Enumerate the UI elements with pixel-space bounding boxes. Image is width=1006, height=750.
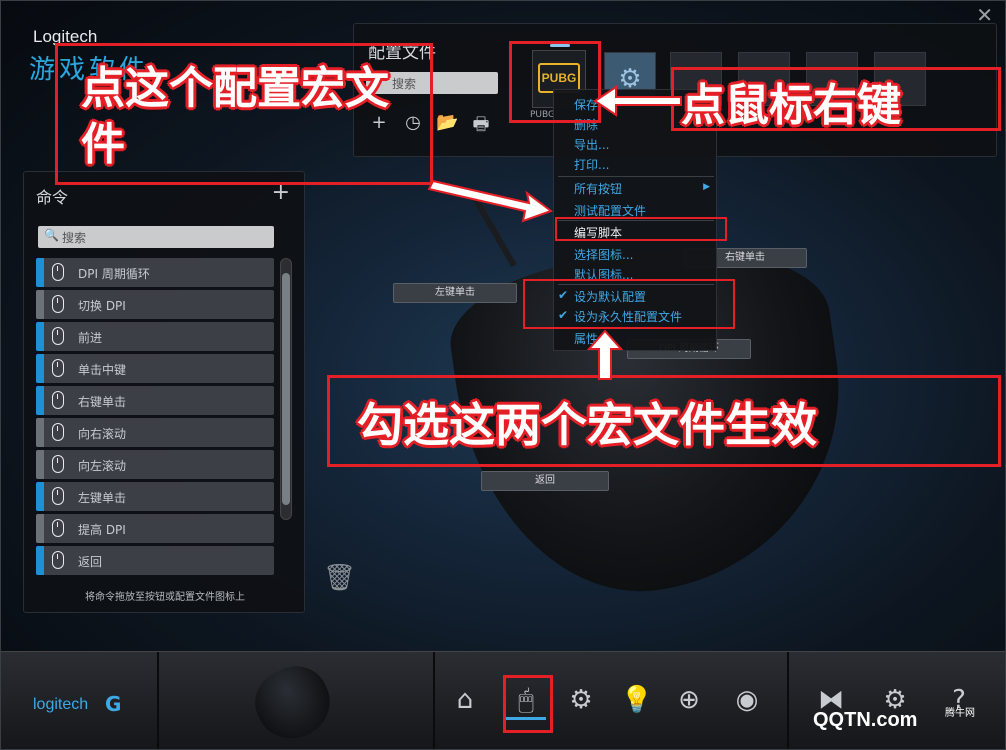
mouse-icon: [52, 519, 64, 537]
mouse-icon: [52, 327, 64, 345]
divider: [157, 652, 159, 749]
command-item[interactable]: 向左滚动: [36, 450, 274, 479]
command-item[interactable]: DPI 周期循环: [36, 258, 274, 287]
device-mouse-image[interactable]: [244, 655, 342, 749]
logitech-logo: logitech: [33, 696, 89, 713]
divider: [433, 652, 435, 749]
menu-item[interactable]: 属性: [574, 330, 598, 347]
annotation-box-pubg-slot: [509, 41, 601, 123]
command-list-scrollbar[interactable]: [280, 258, 292, 520]
lighting-icon[interactable]: 💡: [617, 680, 657, 720]
annotation-right-click: 点鼠标右键: [681, 80, 901, 131]
annotation-click-profile: 点这个配置宏文件: [81, 63, 389, 170]
mouse-button-back[interactable]: 返回: [481, 471, 609, 491]
command-item[interactable]: 返回: [36, 546, 274, 575]
command-label: 单击中键: [78, 363, 127, 377]
command-item[interactable]: 切换 DPI: [36, 290, 274, 319]
printer-icon[interactable]: 🖶: [470, 112, 492, 142]
commands-panel: 命令 + 🔍 搜索 DPI 周期循环 切换 DPI 前进 单击中键 右键单击 向右滚动 向左…: [23, 171, 305, 613]
mouse-icon: [52, 423, 64, 441]
command-label: 切换 DPI: [78, 299, 126, 313]
annotation-box-customize-icon: [503, 675, 553, 733]
home-icon[interactable]: ⌂: [445, 680, 485, 720]
logitech-gaming-software-window: ✕ Logitech 游戏软件 配置文件 搜索 + ◷ 📂 🖶 PUBG PUB…: [0, 0, 1006, 750]
logitech-g-icon: G: [105, 692, 122, 716]
command-label: 提高 DPI: [78, 523, 126, 537]
trash-icon[interactable]: 🗑: [323, 563, 356, 593]
menu-item[interactable]: 导出...: [574, 136, 609, 153]
command-item[interactable]: 左键单击: [36, 482, 274, 511]
folder-icon[interactable]: 📂: [436, 112, 458, 142]
command-item[interactable]: 前进: [36, 322, 274, 351]
command-label: 右键单击: [78, 395, 127, 409]
pointer-settings-icon[interactable]: ⚙: [561, 680, 601, 720]
menu-item[interactable]: 打印...: [574, 156, 609, 173]
menu-separator: [558, 176, 714, 177]
command-label: 返回: [78, 555, 103, 569]
command-list: DPI 周期循环 切换 DPI 前进单击中键右键单击向右滚动向左滚动左键单击提高 D…: [36, 258, 274, 578]
command-item[interactable]: 向右滚动: [36, 418, 274, 447]
command-item[interactable]: 提高 DPI: [36, 514, 274, 543]
mouse-icon: [52, 391, 64, 409]
mouse-icon: [52, 455, 64, 473]
menu-item[interactable]: 所有按钮: [574, 180, 622, 197]
mouse-icon: [52, 359, 64, 377]
commands-search-placeholder: 搜索: [62, 231, 87, 245]
command-label: 左键单击: [78, 491, 127, 505]
menu-item[interactable]: 选择图标...: [574, 246, 633, 263]
watermark-sub: 腾牛网: [945, 708, 975, 719]
heatmap-icon[interactable]: ◉: [727, 680, 767, 720]
mouse-icon: [52, 295, 64, 313]
submenu-arrow-icon: ▶: [703, 182, 710, 192]
divider: [787, 652, 789, 749]
mouse-icon: [52, 263, 64, 281]
command-item[interactable]: 单击中键: [36, 354, 274, 383]
mouse-button-left-click[interactable]: 左键单击: [393, 283, 517, 303]
commands-search-input[interactable]: 🔍 搜索: [38, 226, 274, 248]
command-item[interactable]: 右键单击: [36, 386, 274, 415]
mouse-cable: [471, 194, 517, 268]
command-label: 向右滚动: [78, 427, 127, 441]
search-icon: 🔍: [44, 228, 59, 242]
command-label: 向左滚动: [78, 459, 127, 473]
arrow-to-write-script: [427, 179, 554, 223]
annotation-box-checked-items: [523, 279, 735, 329]
surface-tuning-icon[interactable]: ⊕: [669, 680, 709, 720]
command-label: DPI 周期循环: [78, 267, 150, 281]
commands-title: 命令: [36, 188, 69, 207]
annotation-check-both: 勾选这两个宏文件生效: [357, 398, 817, 452]
mouse-icon: [52, 551, 64, 569]
commands-hint: 将命令拖放至按钮或配置文件图标上: [85, 592, 245, 603]
scrollbar-thumb[interactable]: [282, 273, 290, 505]
annotation-box-write-script: [555, 217, 727, 241]
watermark: QQTN.com: [813, 709, 918, 731]
command-label: 前进: [78, 331, 103, 345]
mouse-icon: [52, 487, 64, 505]
